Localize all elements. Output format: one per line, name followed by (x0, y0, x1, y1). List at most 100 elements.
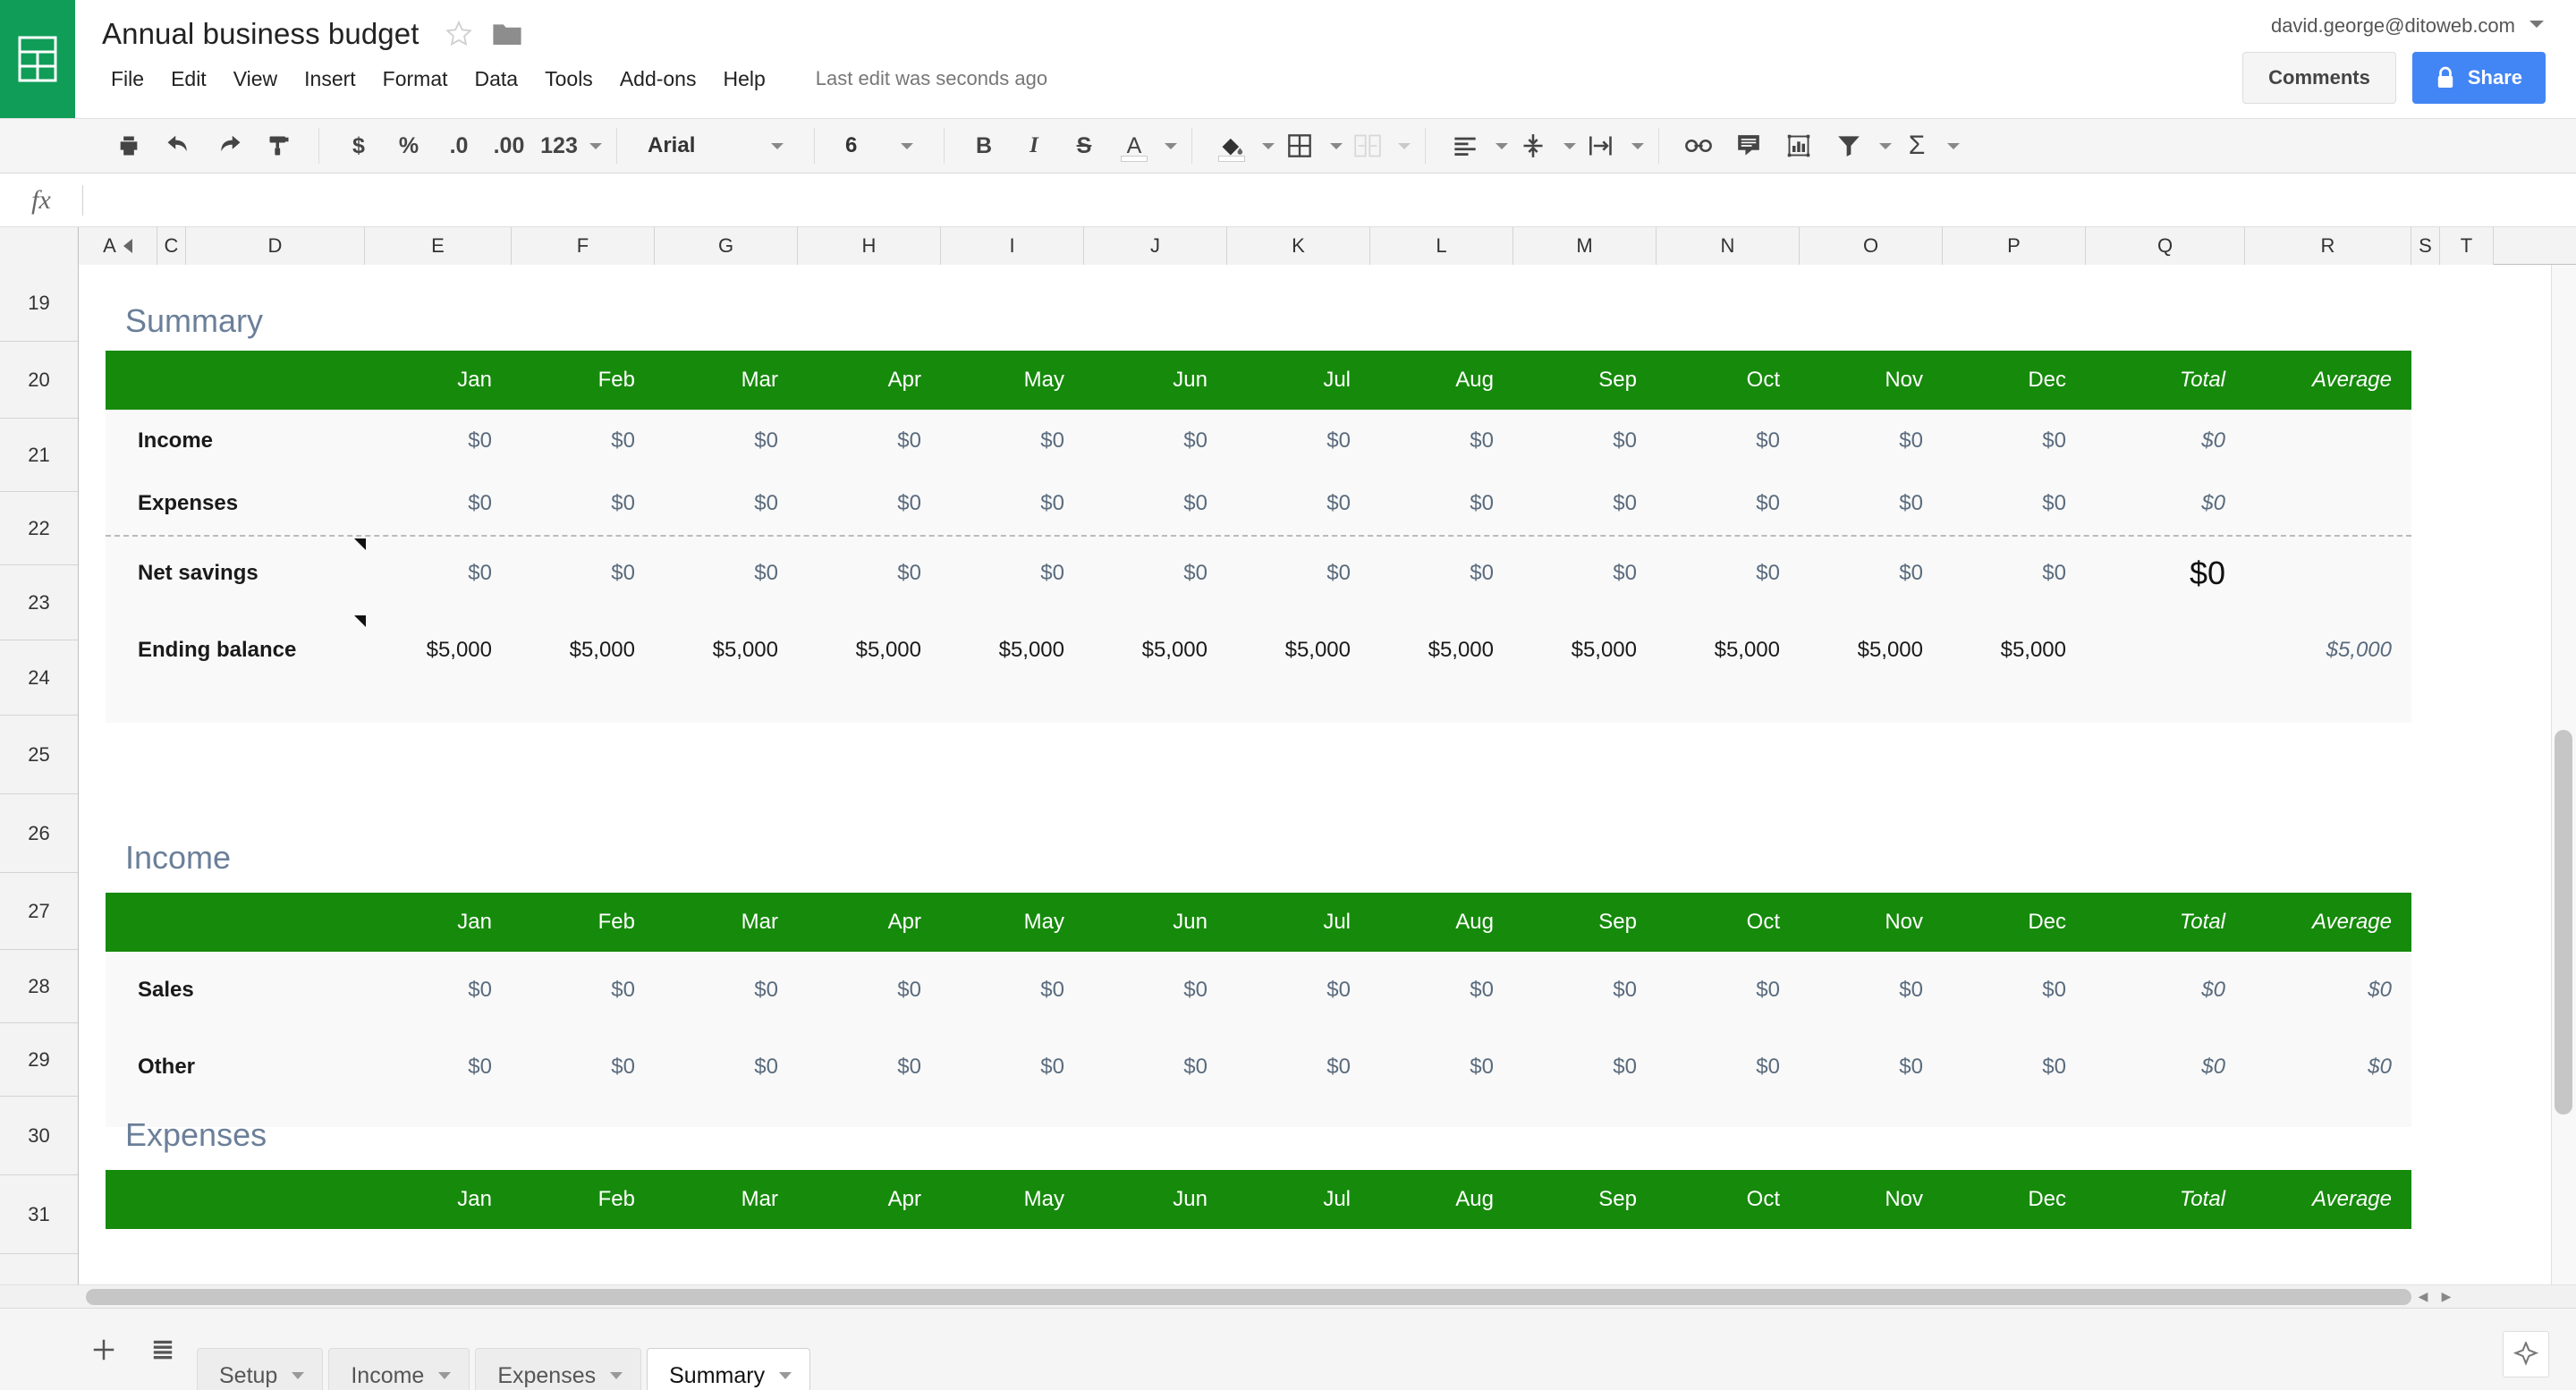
table-cell-value[interactable]: $0 (1513, 952, 1657, 1029)
table-row[interactable]: Other $0 $0 $0 $0 $0 $0 $0 $0 $0 $0 $0 $0 $0 $0 (106, 1029, 2411, 1106)
column-header-e[interactable]: E (365, 227, 512, 265)
vertical-align-icon[interactable] (1513, 125, 1554, 166)
table-cell-value[interactable]: $0 (1227, 535, 1370, 612)
bold-button[interactable]: B (963, 125, 1004, 166)
select-all-corner[interactable] (0, 227, 79, 265)
table-cell-value[interactable]: $5,000 (1084, 612, 1227, 689)
table-cell-average[interactable]: $0 (2245, 952, 2411, 1029)
table-cell-value[interactable]: $0 (365, 535, 512, 612)
table-cell-value[interactable]: $0 (1943, 410, 2086, 472)
page-title[interactable]: Annual business budget (102, 17, 419, 51)
table-cell-value[interactable]: $0 (1513, 535, 1657, 612)
table-cell-value[interactable]: $0 (365, 1029, 512, 1106)
column-header-f[interactable]: F (512, 227, 655, 265)
table-cell-value[interactable]: $0 (512, 1029, 655, 1106)
horizontal-align-icon[interactable] (1445, 125, 1486, 166)
table-cell-value[interactable]: $0 (941, 952, 1084, 1029)
column-header-j[interactable]: J (1084, 227, 1227, 265)
borders-icon[interactable] (1279, 125, 1320, 166)
table-cell-value[interactable]: $0 (941, 410, 1084, 472)
paint-format-icon[interactable] (258, 125, 300, 166)
row-header-29[interactable]: 29 (0, 1023, 78, 1097)
table-cell-value[interactable]: $0 (365, 410, 512, 472)
sheet-tab-income[interactable]: Income (328, 1347, 470, 1390)
table-cell-value[interactable]: $0 (1227, 1029, 1370, 1106)
table-cell-total[interactable]: $0 (2086, 1029, 2245, 1106)
table-cell-value[interactable]: $0 (1657, 535, 1800, 612)
cell-note-indicator[interactable] (354, 538, 366, 550)
table-cell-value[interactable]: $0 (1657, 472, 1800, 535)
table-cell-value[interactable]: $0 (1227, 472, 1370, 535)
menu-item-file[interactable]: File (98, 64, 157, 95)
menu-item-edit[interactable]: Edit (158, 64, 219, 95)
add-sheet-icon[interactable] (79, 1325, 129, 1375)
table-cell-value[interactable]: $0 (1657, 1029, 1800, 1106)
table-cell-value[interactable]: $0 (1513, 410, 1657, 472)
share-button[interactable]: Share (2411, 52, 2546, 104)
table-cell-value[interactable]: $0 (1943, 535, 2086, 612)
table-cell-value[interactable]: $0 (1513, 1029, 1657, 1106)
undo-icon[interactable] (158, 125, 199, 166)
insert-comment-icon[interactable] (1728, 125, 1769, 166)
redo-icon[interactable] (208, 125, 250, 166)
column-header-a[interactable]: A (79, 227, 157, 265)
table-cell-value[interactable]: $0 (1084, 1029, 1227, 1106)
insert-chart-icon[interactable] (1778, 125, 1819, 166)
table-cell-value[interactable]: $0 (1800, 472, 1943, 535)
table-cell-value[interactable]: $0 (1370, 1029, 1513, 1106)
table-cell-total[interactable]: $0 (2086, 472, 2245, 535)
menu-item-format[interactable]: Format (370, 64, 461, 95)
table-cell-value[interactable]: $5,000 (1227, 612, 1370, 689)
row-header-20[interactable]: 20 (0, 342, 78, 419)
vertical-scrollbar[interactable] (2551, 265, 2576, 1284)
collapsed-columns-icon[interactable] (123, 239, 132, 253)
table-cell-value[interactable]: $0 (512, 410, 655, 472)
row-header-19[interactable]: 19 (0, 265, 78, 342)
table-cell-value[interactable]: $0 (1084, 535, 1227, 612)
number-format-button[interactable]: 123 (538, 125, 580, 166)
table-cell-value[interactable]: $0 (941, 1029, 1084, 1106)
chevron-down-icon[interactable] (1262, 142, 1275, 149)
print-icon[interactable] (108, 125, 149, 166)
table-cell-value[interactable]: $0 (798, 952, 941, 1029)
chevron-down-icon[interactable] (292, 1372, 305, 1379)
table-cell-value[interactable]: $0 (1943, 952, 2086, 1029)
row-header-25[interactable]: 25 (0, 716, 78, 794)
table-cell-value[interactable]: $0 (655, 1029, 798, 1106)
column-header-i[interactable]: I (941, 227, 1084, 265)
column-header-d[interactable]: D (186, 227, 365, 265)
scroll-left-icon[interactable]: ◀ (2411, 1289, 2435, 1304)
horizontal-scroll-thumb[interactable] (86, 1288, 2411, 1305)
table-cell-value[interactable]: $5,000 (365, 612, 512, 689)
table-cell-value[interactable]: $0 (1943, 1029, 2086, 1106)
strikethrough-button[interactable]: S (1063, 125, 1105, 166)
table-cell-value[interactable]: $0 (1513, 472, 1657, 535)
table-row[interactable]: Net savings $0 $0 $0 $0 $0 $0 $0 $0 $0 $0 $0 $0 $0 (106, 535, 2411, 612)
table-cell-value[interactable]: $0 (1370, 535, 1513, 612)
all-sheets-icon[interactable] (138, 1325, 188, 1375)
column-header-o[interactable]: O (1800, 227, 1943, 265)
table-cell-value[interactable]: $0 (1657, 410, 1800, 472)
row-header-30[interactable]: 30 (0, 1097, 78, 1175)
text-color-button[interactable]: A (1114, 125, 1155, 166)
table-cell-value[interactable]: $0 (1800, 535, 1943, 612)
sheet-content[interactable]: Summary Jan Feb Mar Apr May Jun Jul Aug Sep Oct Nov… (79, 265, 2576, 1284)
table-cell-value[interactable]: $0 (798, 410, 941, 472)
table-cell-value[interactable]: $0 (365, 472, 512, 535)
table-cell-value[interactable]: $0 (1370, 952, 1513, 1029)
table-cell-value[interactable]: $5,000 (1370, 612, 1513, 689)
menu-item-view[interactable]: View (221, 64, 290, 95)
table-cell-value[interactable]: $0 (1800, 410, 1943, 472)
row-header-23[interactable]: 23 (0, 565, 78, 640)
table-row[interactable]: Sales $0 $0 $0 $0 $0 $0 $0 $0 $0 $0 $0 $0 $0 $0 (106, 952, 2411, 1029)
comments-button[interactable]: Comments (2242, 52, 2396, 104)
table-cell-value[interactable]: $5,000 (1657, 612, 1800, 689)
chevron-down-icon[interactable] (1879, 142, 1892, 149)
column-header-c[interactable]: C (157, 227, 186, 265)
table-cell-value[interactable]: $0 (365, 952, 512, 1029)
vertical-scroll-thumb[interactable] (2555, 730, 2572, 1115)
row-header-22[interactable]: 22 (0, 492, 78, 565)
table-cell-value[interactable]: $0 (1084, 472, 1227, 535)
table-row[interactable]: Expenses $0 $0 $0 $0 $0 $0 $0 $0 $0 $0 $0 $0 $0 (106, 472, 2411, 535)
sheet-tab-setup[interactable]: Setup (197, 1347, 324, 1390)
